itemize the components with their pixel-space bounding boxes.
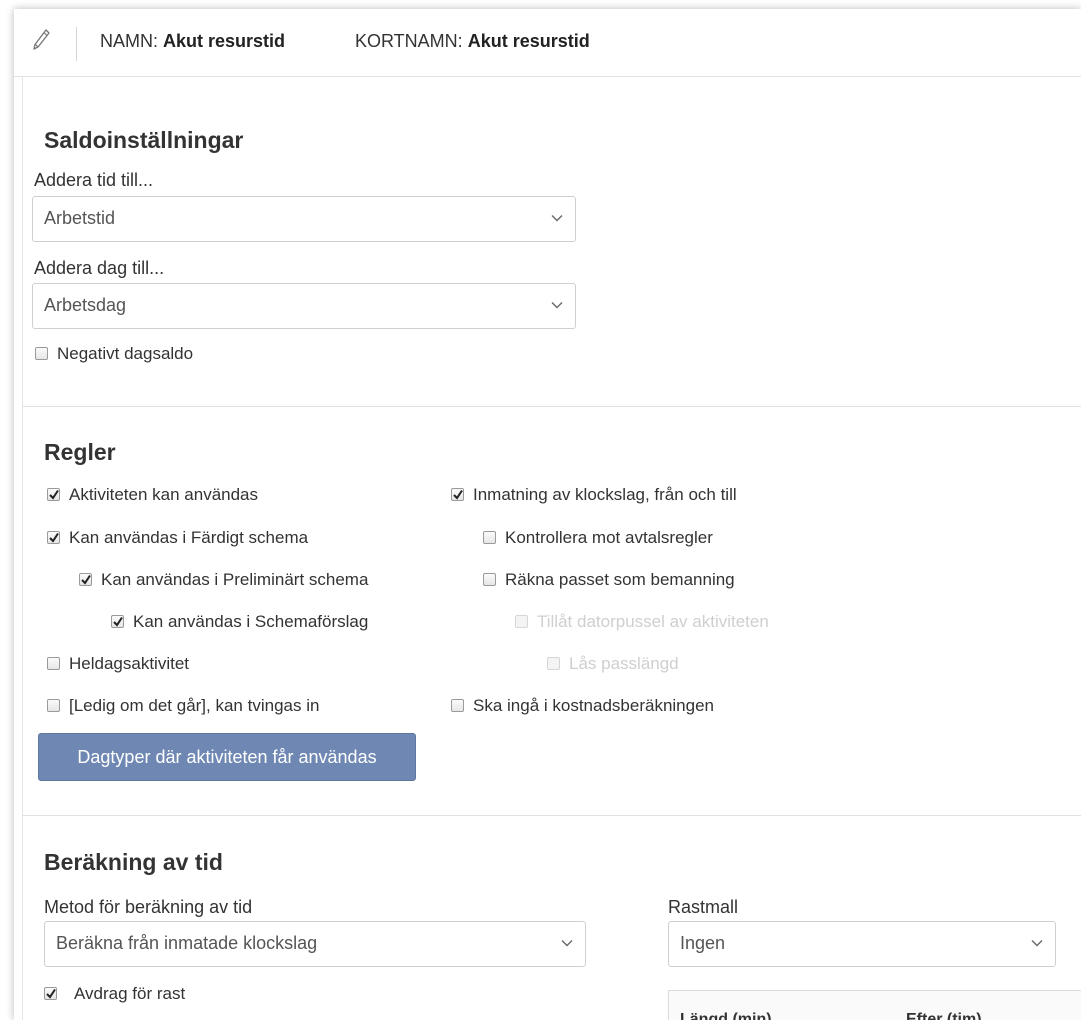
break-deduction-label: Avdrag för rast: [74, 984, 186, 1003]
rule-label: Heldagsaktivitet: [69, 654, 190, 673]
chevron-down-icon: [551, 302, 563, 309]
check-icon: [453, 489, 463, 500]
chevron-down-icon: [1031, 940, 1043, 947]
break-template-label: Rastmall: [668, 897, 739, 917]
rule-label: Tillåt datorpussel av aktiviteten: [537, 612, 769, 631]
negative-daybalance-label: Negativt dagsaldo: [57, 344, 194, 363]
checkbox-box[interactable]: [79, 573, 92, 586]
pencil-icon[interactable]: [31, 28, 51, 52]
add-day-label: Addera dag till...: [34, 258, 165, 278]
name-label: NAMN:: [100, 31, 158, 51]
calc-section-title: Beräkning av tid: [44, 849, 223, 875]
rule-label: Lås passlängd: [569, 654, 679, 673]
method-value: Beräkna från inmatade klockslag: [56, 933, 318, 953]
rule-label: Kan användas i Schemaförslag: [133, 612, 369, 631]
add-day-select[interactable]: Arbetsdag: [32, 283, 576, 329]
checkbox-box[interactable]: [47, 657, 60, 670]
checkbox-box[interactable]: [47, 699, 60, 712]
checkbox-box: [547, 657, 560, 670]
checkbox-box[interactable]: [483, 573, 496, 586]
check-icon: [49, 532, 59, 543]
break-template-select[interactable]: Ingen: [668, 921, 1056, 967]
shortname-label: KORTNAMN:: [355, 31, 463, 51]
activity-settings-panel: NAMN: Akut resurstid KORTNAMN: Akut resu…: [14, 9, 1081, 1020]
check-icon: [49, 489, 59, 500]
checkbox-box[interactable]: [47, 488, 60, 501]
activity-shortname: KORTNAMN: Akut resurstid: [355, 31, 590, 52]
section-divider: [22, 406, 1081, 407]
add-time-label: Addera tid till...: [34, 170, 154, 190]
method-label: Metod för beräkning av tid: [44, 897, 253, 917]
checkbox-box[interactable]: [111, 615, 124, 628]
checkbox-box[interactable]: [47, 531, 60, 544]
chevron-down-icon: [561, 940, 573, 947]
rule-label: Kontrollera mot avtalsregler: [505, 528, 713, 547]
rule-label: Ska ingå i kostnadsberäkningen: [473, 696, 714, 715]
checkbox-box[interactable]: [451, 488, 464, 501]
break-table-header: Längd (min) Efter (tim): [668, 990, 1081, 1020]
rule-label: Räkna passet som bemanning: [505, 570, 735, 589]
checkbox-box[interactable]: [35, 347, 48, 360]
shortname-value: Akut resurstid: [467, 31, 590, 51]
header-separator: [76, 27, 77, 61]
check-icon: [113, 616, 123, 627]
left-border: [22, 77, 23, 1020]
activity-name: NAMN: Akut resurstid: [100, 31, 285, 52]
rule-label: Aktiviteten kan användas: [69, 485, 259, 504]
activity-header: NAMN: Akut resurstid KORTNAMN: Akut resu…: [14, 9, 1081, 77]
section-divider: [22, 815, 1081, 816]
add-time-value: Arbetstid: [44, 208, 116, 228]
method-select[interactable]: Beräkna från inmatade klockslag: [44, 921, 586, 967]
add-day-value: Arbetsdag: [44, 295, 127, 315]
check-icon: [81, 574, 91, 585]
column-header-length: Längd (min): [680, 1011, 772, 1020]
check-icon: [46, 988, 56, 999]
name-value: Akut resurstid: [163, 31, 286, 51]
checkbox-box[interactable]: [483, 531, 496, 544]
rules-section-title: Regler: [44, 439, 116, 465]
rule-label: Inmatning av klockslag, från och till: [473, 485, 737, 504]
checkbox-box[interactable]: [44, 987, 57, 1000]
daytypes-button[interactable]: Dagtyper där aktiviteten får användas: [38, 733, 416, 781]
checkbox-box: [515, 615, 528, 628]
chevron-down-icon: [551, 215, 563, 222]
saldo-section-title: Saldoinställningar: [44, 127, 244, 153]
break-template-value: Ingen: [680, 933, 726, 953]
column-header-after: Efter (tim): [906, 1011, 982, 1020]
rule-label: Kan användas i Färdigt schema: [69, 528, 309, 547]
checkbox-box[interactable]: [451, 699, 464, 712]
add-time-select[interactable]: Arbetstid: [32, 196, 576, 242]
rule-label: [Ledig om det går], kan tvingas in: [69, 696, 320, 715]
rule-label: Kan användas i Preliminärt schema: [101, 570, 369, 589]
